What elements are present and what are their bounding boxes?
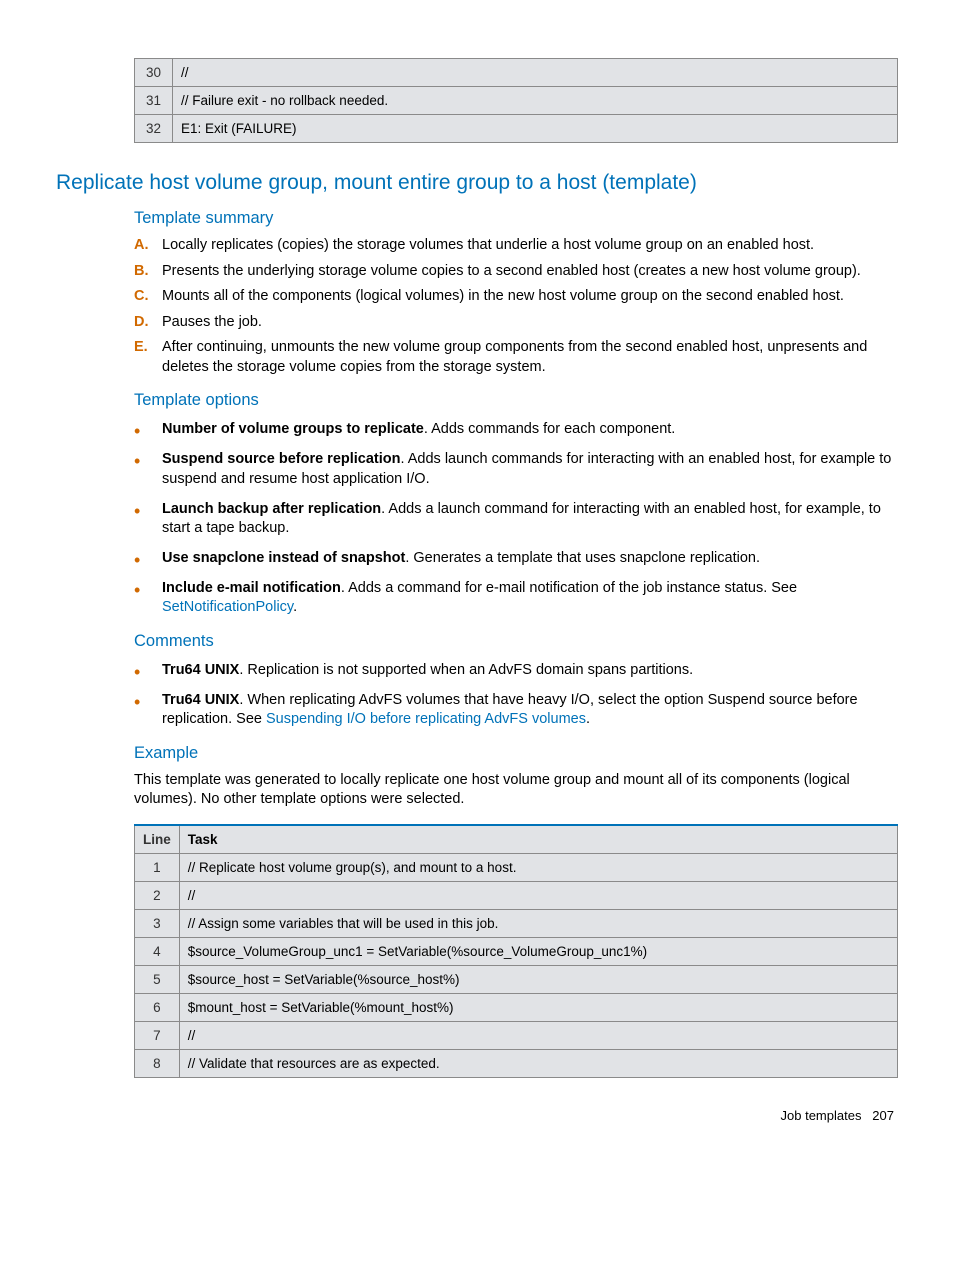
task-cell: $source_VolumeGroup_unc1 = SetVariable(%… — [179, 938, 897, 966]
table-row: 4$source_VolumeGroup_unc1 = SetVariable(… — [135, 938, 898, 966]
task-cell: $mount_host = SetVariable(%mount_host%) — [179, 994, 897, 1022]
list-item: A.Locally replicates (copies) the storag… — [134, 236, 898, 256]
bullet-icon: • — [134, 420, 162, 440]
line-cell: 4 — [135, 938, 180, 966]
bullet-icon: • — [134, 450, 162, 489]
list-text: Tru64 UNIX. When replicating AdvFS volum… — [162, 691, 898, 730]
list-text: Presents the underlying storage volume c… — [162, 262, 861, 282]
line-cell: 7 — [135, 1022, 180, 1050]
line-cell: 6 — [135, 994, 180, 1022]
line-cell: 1 — [135, 854, 180, 882]
line-cell: 30 — [135, 59, 173, 87]
list-item: E.After continuing, unmounts the new vol… — [134, 338, 898, 377]
bold-lead: Tru64 UNIX — [162, 692, 239, 708]
list-text: Pauses the job. — [162, 313, 262, 333]
table-row: 1// Replicate host volume group(s), and … — [135, 854, 898, 882]
list-item: D.Pauses the job. — [134, 313, 898, 333]
line-cell: 2 — [135, 882, 180, 910]
line-cell: 5 — [135, 966, 180, 994]
list-text: Mounts all of the components (logical vo… — [162, 287, 844, 307]
col-header-line: Line — [135, 825, 180, 854]
table-row: 6$mount_host = SetVariable(%mount_host%) — [135, 994, 898, 1022]
task-cell: // — [179, 882, 897, 910]
list-text: Launch backup after replication. Adds a … — [162, 500, 898, 539]
list-text: Locally replicates (copies) the storage … — [162, 236, 814, 256]
inline-link[interactable]: Suspending I/O before replicating AdvFS … — [266, 711, 586, 727]
comments-list: •Tru64 UNIX. Replication is not supporte… — [134, 661, 898, 730]
col-header-task: Task — [179, 825, 897, 854]
table-row: 31// Failure exit - no rollback needed. — [135, 87, 898, 115]
footer-page-number: 207 — [872, 1108, 894, 1123]
list-text: Suspend source before replication. Adds … — [162, 450, 898, 489]
bullet-icon: • — [134, 500, 162, 539]
comments-heading: Comments — [134, 632, 898, 651]
page-footer: Job templates 207 — [56, 1108, 898, 1123]
list-item: •Tru64 UNIX. When replicating AdvFS volu… — [134, 691, 898, 730]
template-summary-heading: Template summary — [134, 209, 898, 228]
task-cell: // Validate that resources are as expect… — [179, 1050, 897, 1078]
table-row: 30// — [135, 59, 898, 87]
task-cell: // Replicate host volume group(s), and m… — [179, 854, 897, 882]
list-item: C.Mounts all of the components (logical … — [134, 287, 898, 307]
table-row: 8// Validate that resources are as expec… — [135, 1050, 898, 1078]
list-marker: C. — [134, 287, 162, 307]
line-cell: 8 — [135, 1050, 180, 1078]
bullet-icon: • — [134, 691, 162, 730]
bold-lead: Tru64 UNIX — [162, 662, 239, 678]
task-cell: // — [179, 1022, 897, 1050]
section-title: Replicate host volume group, mount entir… — [56, 171, 898, 195]
list-item: •Include e-mail notification. Adds a com… — [134, 579, 898, 618]
page-content: 30//31// Failure exit - no rollback need… — [0, 0, 954, 1163]
bullet-icon: • — [134, 661, 162, 681]
list-item: •Tru64 UNIX. Replication is not supporte… — [134, 661, 898, 681]
line-cell: 3 — [135, 910, 180, 938]
list-text: Tru64 UNIX. Replication is not supported… — [162, 661, 693, 681]
list-marker: A. — [134, 236, 162, 256]
list-item: B.Presents the underlying storage volume… — [134, 262, 898, 282]
template-summary-list: A.Locally replicates (copies) the storag… — [134, 236, 898, 377]
table-row: 2// — [135, 882, 898, 910]
example-intro: This template was generated to locally r… — [134, 771, 898, 810]
list-marker: B. — [134, 262, 162, 282]
example-heading: Example — [134, 744, 898, 763]
template-options-heading: Template options — [134, 391, 898, 410]
inline-link[interactable]: SetNotificationPolicy — [162, 599, 293, 615]
task-cell: // Failure exit - no rollback needed. — [173, 87, 898, 115]
list-item: •Use snapclone instead of snapshot. Gene… — [134, 549, 898, 569]
bullet-icon: • — [134, 579, 162, 618]
list-item: •Launch backup after replication. Adds a… — [134, 500, 898, 539]
example-code-table: Line Task 1// Replicate host volume grou… — [134, 824, 898, 1078]
bold-lead: Include e-mail notification — [162, 580, 341, 596]
bold-lead: Number of volume groups to replicate — [162, 421, 424, 437]
list-text: Include e-mail notification. Adds a comm… — [162, 579, 898, 618]
list-text: After continuing, unmounts the new volum… — [162, 338, 898, 377]
template-options-list: •Number of volume groups to replicate. A… — [134, 420, 898, 617]
top-code-table: 30//31// Failure exit - no rollback need… — [134, 58, 898, 143]
table-row: 3// Assign some variables that will be u… — [135, 910, 898, 938]
bold-lead: Launch backup after replication — [162, 501, 381, 517]
task-cell: $source_host = SetVariable(%source_host%… — [179, 966, 897, 994]
bold-lead: Use snapclone instead of snapshot — [162, 550, 405, 566]
table-row: 32E1: Exit (FAILURE) — [135, 115, 898, 143]
list-item: •Suspend source before replication. Adds… — [134, 450, 898, 489]
task-cell: // — [173, 59, 898, 87]
line-cell: 32 — [135, 115, 173, 143]
task-cell: E1: Exit (FAILURE) — [173, 115, 898, 143]
list-item: •Number of volume groups to replicate. A… — [134, 420, 898, 440]
table-row: 7// — [135, 1022, 898, 1050]
bullet-icon: • — [134, 549, 162, 569]
task-cell: // Assign some variables that will be us… — [179, 910, 897, 938]
footer-label: Job templates — [781, 1108, 862, 1123]
list-marker: D. — [134, 313, 162, 333]
bold-lead: Suspend source before replication — [162, 451, 401, 467]
list-text: Use snapclone instead of snapshot. Gener… — [162, 549, 760, 569]
table-row: 5$source_host = SetVariable(%source_host… — [135, 966, 898, 994]
line-cell: 31 — [135, 87, 173, 115]
list-text: Number of volume groups to replicate. Ad… — [162, 420, 675, 440]
list-marker: E. — [134, 338, 162, 377]
